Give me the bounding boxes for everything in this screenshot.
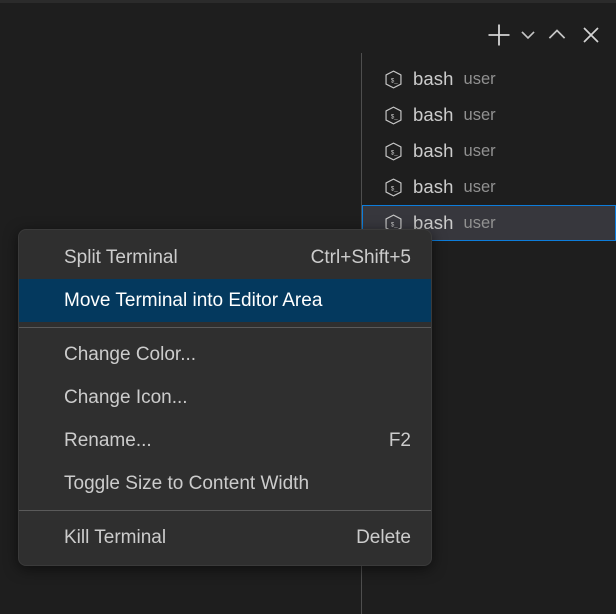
terminal-tab-item[interactable]: $_ bash user [362,133,616,169]
menu-item-change-icon[interactable]: Change Icon... [19,376,431,419]
terminal-bash-icon: $_ [383,177,404,198]
chevron-down-icon [518,25,538,45]
menu-item-move-terminal-into-editor-area[interactable]: Move Terminal into Editor Area [19,279,431,322]
menu-item-label: Change Color... [64,344,387,366]
svg-text:$_: $_ [391,221,398,228]
terminal-tab-description: user [464,70,496,89]
menu-separator [19,327,431,328]
terminal-tab-description: user [464,142,496,161]
new-terminal-button[interactable] [482,18,516,52]
terminal-bash-icon: $_ [383,141,404,162]
close-panel-button[interactable] [574,18,608,52]
terminal-tab-list: $_ bash user $_ bash user [362,61,616,241]
menu-separator [19,510,431,511]
menu-item-toggle-size-to-content-width[interactable]: Toggle Size to Content Width [19,462,431,505]
terminal-tab-item[interactable]: $_ bash user [362,97,616,133]
terminal-tab-item[interactable]: $_ bash user [362,169,616,205]
menu-item-label: Change Icon... [64,387,387,409]
terminal-panel: $_ bash user $_ bash user [0,0,616,614]
panel-toolbar [482,17,608,53]
terminal-tab-description: user [464,178,496,197]
terminal-bash-icon: $_ [383,69,404,90]
terminal-tab-description: user [464,214,496,233]
menu-item-label: Move Terminal into Editor Area [64,290,387,312]
terminal-tab-title: bash [413,104,454,126]
chevron-up-icon [545,23,569,47]
maximize-panel-button[interactable] [540,18,574,52]
plus-icon [485,21,513,49]
svg-text:$_: $_ [391,113,398,120]
menu-item-label: Rename... [64,430,365,452]
terminal-tab-description: user [464,106,496,125]
menu-item-label: Split Terminal [64,247,287,269]
menu-item-rename[interactable]: Rename... F2 [19,419,431,462]
terminal-tab-item[interactable]: $_ bash user [362,61,616,97]
menu-item-label: Kill Terminal [64,527,332,549]
svg-text:$_: $_ [391,185,398,192]
menu-item-keybinding: F2 [389,430,411,452]
menu-item-label: Toggle Size to Content Width [64,473,387,495]
menu-item-keybinding: Ctrl+Shift+5 [311,247,411,269]
menu-item-change-color[interactable]: Change Color... [19,333,431,376]
svg-text:$_: $_ [391,149,398,156]
menu-item-kill-terminal[interactable]: Kill Terminal Delete [19,516,431,559]
menu-item-keybinding: Delete [356,527,411,549]
terminal-tab-title: bash [413,140,454,162]
terminal-profile-dropdown-button[interactable] [516,18,540,52]
svg-text:$_: $_ [391,77,398,84]
terminal-tab-context-menu: Split Terminal Ctrl+Shift+5 Move Termina… [18,229,432,566]
menu-item-split-terminal[interactable]: Split Terminal Ctrl+Shift+5 [19,236,431,279]
terminal-tab-title: bash [413,68,454,90]
terminal-bash-icon: $_ [383,105,404,126]
terminal-tab-title: bash [413,176,454,198]
close-icon [579,23,603,47]
